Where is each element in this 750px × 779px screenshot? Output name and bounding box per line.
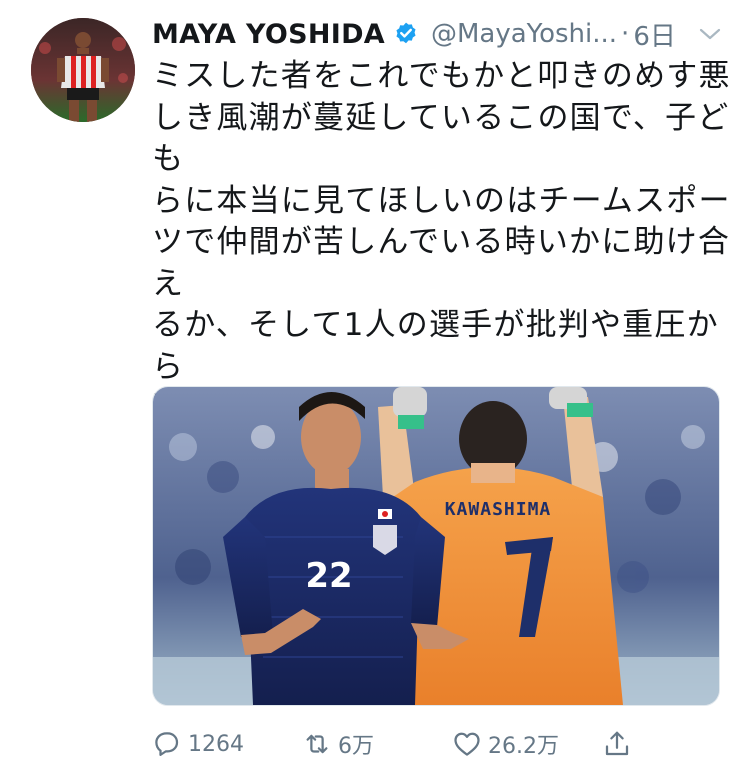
author-avatar[interactable] (31, 18, 135, 122)
retweet-button[interactable]: 6万 (302, 728, 452, 760)
chevron-down-icon[interactable] (698, 24, 722, 44)
like-icon (454, 732, 480, 756)
jersey-name-text: KAWASHIMA (445, 499, 552, 520)
reply-button[interactable]: 1264 (152, 729, 302, 759)
author-name[interactable]: MAYA YOSHIDA (152, 19, 385, 50)
verified-badge-icon (393, 21, 419, 47)
like-button[interactable]: 26.2万 (452, 728, 602, 760)
tweet-timestamp[interactable]: 6日 (633, 16, 676, 53)
match-photo: KAWASHIMA 1 22 (153, 387, 719, 705)
avatar-image (31, 18, 135, 122)
player-number-text: 22 (305, 556, 352, 596)
tweet-header: MAYA YOSHIDA @MayaYoshi... · 6日 (152, 14, 732, 54)
retweet-icon (306, 734, 328, 754)
reply-count: 1264 (188, 731, 244, 757)
author-handle[interactable]: @MayaYoshi... (431, 19, 617, 49)
tweet-photo[interactable]: KAWASHIMA 1 22 (152, 386, 720, 706)
retweet-count: 6万 (338, 734, 374, 759)
time-separator: · (621, 19, 630, 49)
tweet-actions: 1264 6万 26.2万 (152, 720, 732, 768)
share-button[interactable] (602, 729, 662, 759)
share-icon (605, 731, 629, 756)
reply-icon (155, 732, 179, 756)
like-count: 26.2万 (488, 734, 559, 759)
